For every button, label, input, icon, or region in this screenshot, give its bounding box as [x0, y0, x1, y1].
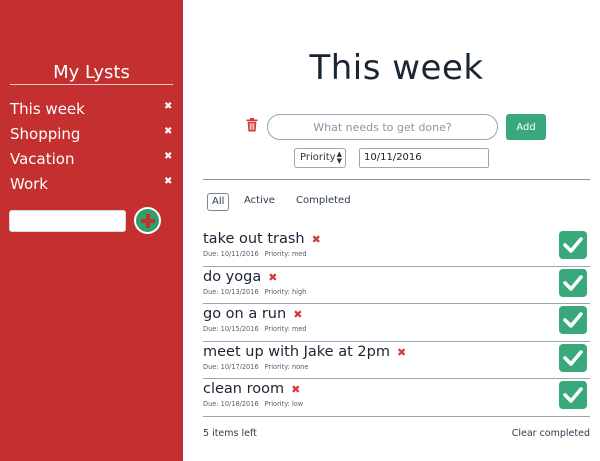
todo-title: do yoga	[203, 268, 262, 285]
checkbox-checked[interactable]	[559, 381, 587, 410]
todo-due: Due: 10/11/2016	[203, 250, 259, 258]
sidebar-item-this-week[interactable]: This week ✖	[0, 97, 183, 122]
todo-item: go on a run ✖ Due: 10/15/2016 Priority: me…	[203, 304, 590, 342]
divider	[203, 179, 590, 180]
lyst-list: This week ✖ Shopping ✖ Vacation ✖ Work ✖	[0, 97, 183, 197]
todo-due: Due: 10/17/2016	[203, 362, 259, 371]
sidebar-item-work[interactable]: Work ✖	[0, 172, 183, 197]
todo-priority: Priority: med	[264, 250, 307, 258]
todo-due: Due: 10/13/2016	[203, 287, 259, 296]
sidebar-item-label: This week	[10, 100, 85, 118]
items-left-count: 5 items left	[203, 428, 257, 439]
task-input[interactable]	[267, 114, 498, 140]
page-title: This week	[309, 48, 484, 88]
todo-title: take out trash	[203, 231, 305, 247]
sidebar-title: My Lysts	[53, 62, 130, 83]
sidebar-item-label: Vacation	[10, 150, 75, 168]
todo-priority: Priority: med	[264, 325, 307, 334]
checkmark-icon	[563, 274, 583, 291]
sidebar: My Lysts This week ✖ Shopping ✖ Vacation…	[0, 0, 183, 461]
todo-title: meet up with Jake at 2pm	[203, 343, 390, 360]
todo-title: go on a run	[203, 306, 287, 323]
clear-completed-button[interactable]: Clear completed	[512, 428, 590, 439]
due-date-input[interactable]: 10/11/2016	[359, 148, 489, 168]
remove-icon[interactable]: ✖	[293, 308, 302, 321]
select-arrows-icon: ▲ ▼	[336, 150, 342, 165]
plus-icon	[140, 213, 155, 228]
todo-priority: Priority: high	[264, 287, 307, 296]
todo-due: Due: 10/15/2016	[203, 325, 259, 334]
todo-priority: Priority: none	[264, 362, 309, 371]
add-lyst-button[interactable]	[134, 207, 161, 234]
checkbox-checked[interactable]	[559, 231, 587, 259]
remove-icon[interactable]: ✖	[291, 383, 300, 396]
todo-priority: Priority: low	[264, 400, 304, 409]
checkmark-icon	[563, 312, 583, 328]
priority-select[interactable]: Priority ▲ ▼	[294, 148, 346, 168]
todo-item: do yoga ✖ Due: 10/13/2016 Priority: high	[203, 267, 590, 305]
new-lyst-input[interactable]	[9, 210, 126, 232]
checkmark-icon	[563, 387, 583, 404]
todo-item: clean room ✖ Due: 10/18/2016 Priority: low	[203, 379, 590, 417]
sidebar-item-vacation[interactable]: Vacation ✖	[0, 147, 183, 172]
priority-select-label: Priority	[300, 152, 336, 163]
trash-icon[interactable]	[246, 118, 258, 132]
sidebar-item-label: Work	[10, 175, 48, 193]
close-icon[interactable]: ✖	[164, 126, 172, 137]
checkbox-checked[interactable]	[559, 343, 587, 372]
checkbox-checked[interactable]	[559, 306, 587, 335]
todo-list: take out trash ✖ Due: 10/11/2016 Priority:…	[203, 229, 590, 417]
add-button[interactable]: Add	[506, 114, 546, 140]
sidebar-item-label: Shopping	[10, 125, 81, 143]
checkmark-icon	[563, 237, 583, 253]
filter-completed[interactable]: Completed	[296, 193, 351, 211]
remove-icon[interactable]: ✖	[312, 233, 321, 246]
todo-item: take out trash ✖ Due: 10/11/2016 Priority:…	[203, 229, 590, 267]
close-icon[interactable]: ✖	[164, 176, 172, 187]
close-icon[interactable]: ✖	[164, 151, 172, 162]
filter-active[interactable]: Active	[244, 193, 275, 211]
todo-due: Due: 10/18/2016	[203, 400, 259, 409]
remove-icon[interactable]: ✖	[397, 346, 406, 359]
todo-title: clean room	[203, 381, 285, 398]
checkbox-checked[interactable]	[559, 268, 587, 297]
checkmark-icon	[563, 349, 583, 366]
close-icon[interactable]: ✖	[164, 101, 172, 112]
remove-icon[interactable]: ✖	[268, 271, 277, 284]
todo-item: meet up with Jake at 2pm ✖ Due: 10/17/201…	[203, 342, 590, 380]
sidebar-item-shopping[interactable]: Shopping ✖	[0, 122, 183, 147]
divider	[10, 84, 173, 85]
filter-all[interactable]: All	[207, 193, 230, 211]
